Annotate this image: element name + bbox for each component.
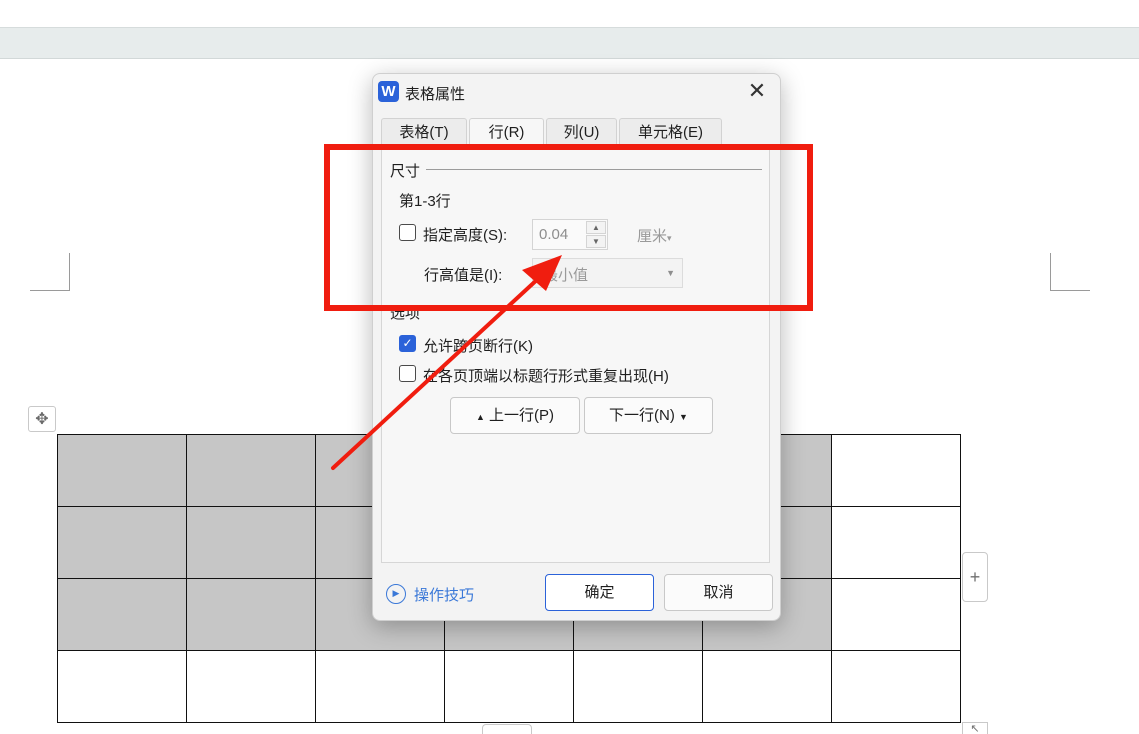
page-margin-corner-left bbox=[30, 253, 70, 291]
table-cell[interactable] bbox=[444, 650, 574, 723]
next-row-button[interactable]: 下一行(N) ▼ bbox=[584, 397, 713, 434]
prev-row-button[interactable]: ▲ 上一行(P) bbox=[450, 397, 580, 434]
table-cell[interactable] bbox=[186, 650, 316, 723]
table-cell[interactable] bbox=[57, 578, 187, 651]
ok-button[interactable]: 确定 bbox=[545, 574, 654, 611]
allow-break-checkbox[interactable]: ✓ bbox=[399, 335, 416, 352]
dialog-title: 表格属性 bbox=[405, 86, 466, 103]
table-cell[interactable] bbox=[831, 506, 961, 579]
tips-icon[interactable]: ▶ bbox=[386, 584, 406, 604]
table-cell[interactable] bbox=[186, 578, 316, 651]
table-move-handle-icon[interactable]: ✥ bbox=[28, 406, 56, 432]
table-cell[interactable] bbox=[186, 506, 316, 579]
next-row-label: 下一行(N) bbox=[609, 407, 675, 424]
up-arrow-icon: ▲ bbox=[475, 412, 485, 422]
add-row-icon[interactable] bbox=[482, 724, 532, 734]
table-resize-handle-icon[interactable]: ↖ bbox=[962, 722, 988, 734]
tips-link[interactable]: 操作技巧 bbox=[414, 584, 474, 605]
table-cell[interactable] bbox=[831, 650, 961, 723]
cancel-button[interactable]: 取消 bbox=[664, 574, 773, 611]
app-w-icon: W bbox=[378, 81, 399, 102]
table-cell[interactable] bbox=[57, 650, 187, 723]
down-arrow-icon: ▼ bbox=[679, 412, 688, 422]
close-icon[interactable]: ✕ bbox=[742, 77, 772, 107]
repeat-header-checkbox[interactable] bbox=[399, 365, 416, 382]
table-cell[interactable] bbox=[831, 434, 961, 507]
table-cell[interactable] bbox=[702, 650, 832, 723]
ruler-bar bbox=[0, 27, 1139, 59]
add-column-icon[interactable]: + bbox=[962, 552, 988, 602]
table-cell[interactable] bbox=[57, 506, 187, 579]
allow-break-label: 允许跨页断行(K) bbox=[423, 338, 533, 355]
annotation-highlight-box bbox=[324, 144, 813, 311]
dialog-titlebar: W 表格属性 ✕ bbox=[373, 74, 780, 110]
table-cell[interactable] bbox=[57, 434, 187, 507]
table-cell[interactable] bbox=[573, 650, 703, 723]
window-top-area bbox=[0, 0, 1139, 27]
table-cell[interactable] bbox=[315, 650, 445, 723]
page-margin-corner-right bbox=[1050, 253, 1090, 291]
repeat-header-label: 在各页顶端以标题行形式重复出现(H) bbox=[423, 368, 669, 385]
table-cell[interactable] bbox=[186, 434, 316, 507]
prev-row-label: 上一行(P) bbox=[489, 407, 555, 424]
table-row bbox=[57, 650, 961, 723]
table-cell[interactable] bbox=[831, 578, 961, 651]
